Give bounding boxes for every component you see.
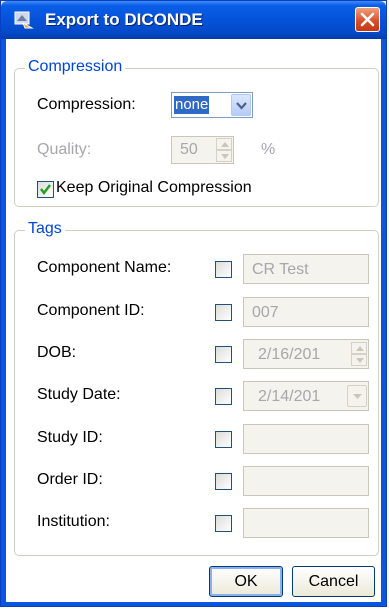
order-id-checkbox[interactable] <box>215 473 232 490</box>
component-name-value: CR Test <box>252 261 309 278</box>
dialog-content: Compression Compression: none Quality: 5… <box>6 39 381 602</box>
export-dialog: Export to DICONDE Compression Compressio… <box>0 0 387 607</box>
dob-label: DOB: <box>37 344 77 361</box>
spin-down-icon[interactable] <box>216 150 232 162</box>
quality-spin-buttons <box>216 138 232 162</box>
component-name-checkbox[interactable] <box>215 261 232 278</box>
tags-group-label: Tags <box>25 220 65 238</box>
component-name-label: Component Name: <box>37 259 172 276</box>
study-id-label: Study ID: <box>37 429 103 446</box>
study-id-field[interactable] <box>243 424 369 454</box>
export-icon <box>13 9 35 31</box>
study-date-checkbox[interactable] <box>215 388 232 405</box>
tags-group: Tags Component Name: CR Test Component I… <box>14 220 379 556</box>
ok-button[interactable]: OK <box>209 566 283 597</box>
dialog-title: Export to DICONDE <box>45 10 203 29</box>
institution-label: Institution: <box>37 513 110 530</box>
chevron-down-icon[interactable] <box>231 94 251 116</box>
compression-value: none <box>174 96 210 114</box>
compression-group: Compression Compression: none Quality: 5… <box>14 58 379 207</box>
close-button[interactable] <box>355 7 380 32</box>
dob-spin-buttons <box>351 342 367 366</box>
title-bar[interactable]: Export to DICONDE <box>1 1 386 39</box>
component-id-label: Component ID: <box>37 302 145 319</box>
study-id-checkbox[interactable] <box>215 431 232 448</box>
cancel-button[interactable]: Cancel <box>292 566 375 597</box>
component-id-field[interactable]: 007 <box>243 297 369 327</box>
study-date-value: 2/14/201 <box>258 388 321 405</box>
component-name-field[interactable]: CR Test <box>243 254 369 284</box>
component-id-value: 007 <box>252 304 279 321</box>
dob-value: 2/16/201 <box>258 346 321 363</box>
institution-checkbox[interactable] <box>215 515 232 532</box>
quality-label: Quality: <box>37 141 92 158</box>
spin-up-icon[interactable] <box>351 342 367 354</box>
dob-checkbox[interactable] <box>215 346 232 363</box>
quality-spinner[interactable]: 50 <box>171 136 234 164</box>
order-id-field[interactable] <box>243 466 369 496</box>
order-id-label: Order ID: <box>37 471 103 488</box>
quality-unit: % <box>261 141 276 158</box>
quality-value: 50 <box>180 141 198 158</box>
spin-up-icon[interactable] <box>216 138 232 150</box>
window-frame-right <box>381 39 386 606</box>
keep-original-label[interactable]: Keep Original Compression <box>56 179 252 197</box>
study-date-label: Study Date: <box>37 386 121 403</box>
spin-down-icon[interactable] <box>351 354 367 366</box>
compression-group-label: Compression <box>25 58 126 76</box>
compression-dropdown[interactable]: none <box>171 92 253 118</box>
window-frame-bottom <box>1 602 386 606</box>
compression-label: Compression: <box>37 96 136 113</box>
dob-date-spinner[interactable]: 2/16/201 <box>243 339 369 369</box>
chevron-down-icon[interactable] <box>347 385 367 407</box>
keep-original-checkbox[interactable] <box>37 181 54 198</box>
component-id-checkbox[interactable] <box>215 304 232 321</box>
institution-field[interactable] <box>243 508 369 538</box>
study-date-picker[interactable]: 2/14/201 <box>243 381 369 411</box>
